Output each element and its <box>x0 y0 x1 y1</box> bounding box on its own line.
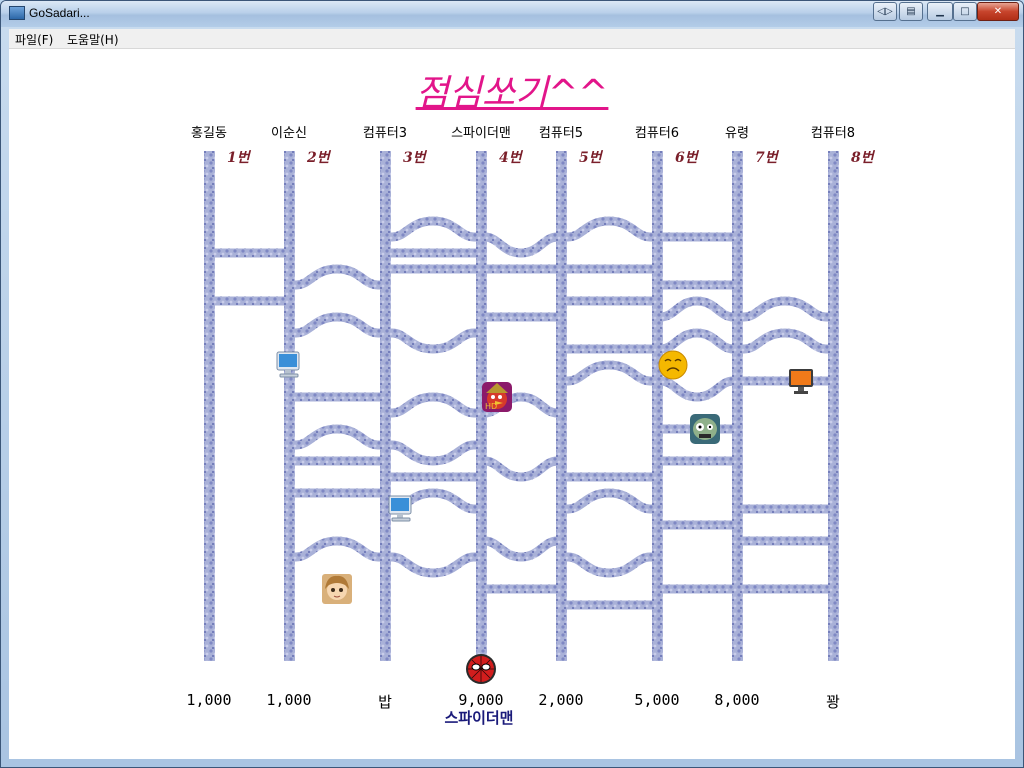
menu-help[interactable]: 도움말(H) <box>67 31 119 48</box>
minimize-button[interactable]: ▁ <box>927 2 953 21</box>
game-area: 점심쏘기^^ 홍길동 이순신 컴퓨터3 스파이더맨 컴퓨터5 컴퓨터6 유령 컴퓨터8 1번 2… <box>9 49 1015 759</box>
angry-bird-icon: HD <box>481 381 513 413</box>
zombie-icon <box>689 413 721 445</box>
title-bar[interactable]: GoSadari... ◁▷ ▤ ▁ □ ✕ <box>1 1 1023 27</box>
ladder-rung <box>561 216 657 242</box>
ladder-rung <box>385 216 481 242</box>
ladder-rung <box>481 536 561 562</box>
ladder-rung <box>289 424 385 450</box>
ladder-rail-1 <box>204 151 215 661</box>
extra-button-1[interactable]: ◁▷ <box>873 2 897 21</box>
ladder-rung <box>289 312 385 338</box>
maximize-button[interactable]: □ <box>953 2 977 21</box>
ladder-rung <box>481 456 561 482</box>
ladder-rung <box>657 376 737 402</box>
ladder-rung <box>289 264 385 290</box>
girl-face-icon <box>321 573 353 605</box>
ladder-rung <box>385 552 481 578</box>
ladder-rung <box>385 328 481 354</box>
window-title: GoSadari... <box>29 6 90 20</box>
ladder-rung <box>385 440 481 466</box>
ladder-rung <box>481 232 561 258</box>
ladder-rung <box>561 552 657 578</box>
app-window: GoSadari... ◁▷ ▤ ▁ □ ✕ 파일(F) 도움말(H) 점심쏘기… <box>0 0 1024 768</box>
menu-bar: 파일(F) 도움말(H) <box>9 29 1015 49</box>
prize-7: 8,000 <box>714 691 760 709</box>
ladder-rung <box>385 392 481 418</box>
spiderman-icon <box>465 653 497 685</box>
worried-smiley-icon <box>657 349 689 381</box>
ladder-rung <box>561 360 657 386</box>
result-label: 스파이더맨 <box>444 709 514 727</box>
svg-text:HD: HD <box>485 402 497 411</box>
ladder-rung <box>737 328 833 354</box>
ladder-rail-3 <box>380 151 391 661</box>
ladder-rung <box>289 536 385 562</box>
ladder-rung <box>737 296 833 322</box>
ladder-rung <box>657 328 737 354</box>
orange-monitor-icon <box>785 365 817 397</box>
computer-monitor-icon <box>385 493 417 525</box>
computer-monitor-icon <box>273 349 305 381</box>
close-button[interactable]: ✕ <box>977 2 1019 21</box>
prize-2: 1,000 <box>266 691 312 709</box>
prize-8: 꽝 <box>826 693 840 711</box>
ladder-rung <box>657 296 737 322</box>
menu-file[interactable]: 파일(F) <box>15 31 53 48</box>
app-icon <box>9 6 25 20</box>
ladder-rung <box>561 488 657 514</box>
ladder-rail-2 <box>284 151 295 661</box>
extra-button-2[interactable]: ▤ <box>899 2 923 21</box>
